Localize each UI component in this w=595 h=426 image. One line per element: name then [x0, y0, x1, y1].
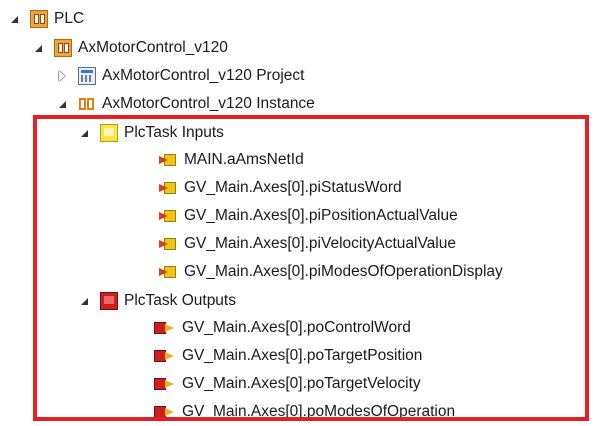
variable-label: GV_Main.Axes[0].piStatusWord	[184, 179, 402, 196]
output-variable[interactable]: GV_Main.Axes[0].poControlWord	[154, 315, 411, 341]
instance-icon	[78, 95, 96, 113]
input-variable-icon	[158, 179, 178, 197]
variable-label: GV_Main.Axes[0].piModesOfOperationDispla…	[184, 263, 503, 280]
expand-toggle[interactable]	[56, 98, 68, 110]
input-variable[interactable]: GV_Main.Axes[0].piPositionActualValue	[158, 203, 458, 229]
variable-label: GV_Main.Axes[0].poTargetPosition	[182, 347, 423, 364]
input-variable[interactable]: MAIN.aAmsNetId	[158, 147, 304, 173]
output-variable-icon	[154, 403, 176, 421]
variable-label: GV_Main.Axes[0].piVelocityActualValue	[184, 235, 456, 252]
input-variable[interactable]: GV_Main.Axes[0].piVelocityActualValue	[158, 231, 456, 257]
tree-node-project-file[interactable]: AxMotorControl_v120 Project	[56, 63, 304, 89]
input-variable[interactable]: GV_Main.Axes[0].piModesOfOperationDispla…	[158, 259, 503, 285]
project-icon	[78, 67, 96, 85]
variable-label: GV_Main.Axes[0].poTargetVelocity	[182, 375, 421, 392]
plc-icon	[54, 39, 72, 57]
plc-icon	[30, 10, 48, 28]
variable-label: GV_Main.Axes[0].poControlWord	[182, 319, 411, 336]
expand-toggle[interactable]	[32, 42, 44, 54]
collapse-toggle[interactable]	[56, 70, 68, 82]
variable-label: GV_Main.Axes[0].piPositionActualValue	[184, 207, 458, 224]
tree-node-label: AxMotorControl_v120 Instance	[102, 95, 315, 112]
variable-label: GV_Main.Axes[0].poModesOfOperation	[182, 403, 456, 420]
tree-node-plc[interactable]: PLC	[8, 6, 84, 32]
input-variable[interactable]: GV_Main.Axes[0].piStatusWord	[158, 175, 402, 201]
expand-toggle[interactable]	[78, 127, 90, 139]
output-variable-icon	[154, 375, 176, 393]
tree-node-plctask-outputs[interactable]: PlcTask Outputs	[78, 288, 236, 314]
input-folder-icon	[100, 124, 118, 142]
input-variable-icon	[158, 235, 178, 253]
output-variable[interactable]: GV_Main.Axes[0].poTargetPosition	[154, 343, 422, 369]
expand-toggle[interactable]	[8, 13, 20, 25]
tree-node-label: PLC	[54, 10, 85, 27]
output-variable-icon	[154, 347, 176, 365]
output-folder-icon	[100, 292, 118, 310]
input-variable-icon	[158, 151, 178, 169]
input-variable-icon	[158, 207, 178, 225]
tree-node-plctask-inputs[interactable]: PlcTask Inputs	[78, 120, 224, 146]
tree-node-label: AxMotorControl_v120	[78, 39, 228, 56]
solution-tree: PLC AxMotorControl_v120 AxMotorControl_v…	[0, 0, 595, 426]
output-variable[interactable]: GV_Main.Axes[0].poModesOfOperation	[154, 399, 455, 425]
input-variable-icon	[158, 263, 178, 281]
expand-toggle[interactable]	[78, 295, 90, 307]
tree-node-instance[interactable]: AxMotorControl_v120 Instance	[56, 91, 315, 117]
tree-node-label: PlcTask Outputs	[124, 292, 236, 309]
tree-node-label: PlcTask Inputs	[124, 124, 224, 141]
output-variable-icon	[154, 319, 176, 337]
tree-node-project[interactable]: AxMotorControl_v120	[32, 35, 228, 61]
output-variable[interactable]: GV_Main.Axes[0].poTargetVelocity	[154, 371, 421, 397]
tree-node-label: AxMotorControl_v120 Project	[102, 67, 305, 84]
variable-label: MAIN.aAmsNetId	[184, 151, 304, 168]
